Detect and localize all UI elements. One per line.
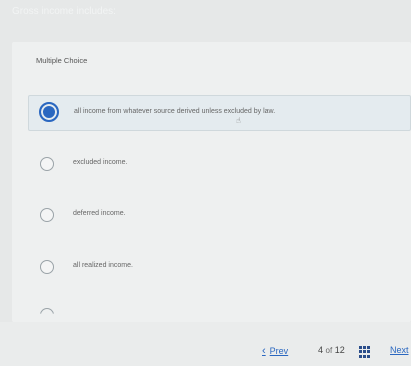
answer-option-label: deferred income. xyxy=(73,210,126,217)
question-text: Gross income includes: xyxy=(12,6,116,17)
page-indicator: 4 of 12 xyxy=(318,345,345,355)
radio-unselected-icon[interactable] xyxy=(40,208,54,222)
prev-button[interactable]: ‹ Prev xyxy=(262,345,288,357)
chevron-left-icon: ‹ xyxy=(262,345,266,357)
radio-unselected-icon[interactable] xyxy=(40,260,54,274)
total-pages: 12 xyxy=(334,345,345,355)
answer-option-label: all realized income. xyxy=(73,262,133,269)
prev-label: Prev xyxy=(269,346,289,356)
current-page: 4 xyxy=(318,345,324,355)
answer-option-label: excluded income. xyxy=(73,159,128,166)
answer-option-1[interactable]: all income from whatever source derived … xyxy=(28,95,411,131)
answer-option-3[interactable]: deferred income. xyxy=(28,198,411,234)
pointer-cursor-icon: ☝ xyxy=(236,116,241,125)
radio-unselected-icon[interactable] xyxy=(40,157,54,171)
answer-option-label: all income from whatever source derived … xyxy=(74,108,276,115)
answer-option-2[interactable]: excluded income. xyxy=(28,147,411,183)
of-label: of xyxy=(325,346,333,355)
answer-option-4[interactable]: all realized income. xyxy=(28,250,411,286)
question-grid-icon[interactable] xyxy=(359,346,371,358)
question-type-label: Multiple Choice xyxy=(36,56,88,65)
radio-selected-icon[interactable] xyxy=(39,102,59,122)
navigation-footer xyxy=(0,322,411,366)
next-button[interactable]: Next xyxy=(390,345,409,355)
